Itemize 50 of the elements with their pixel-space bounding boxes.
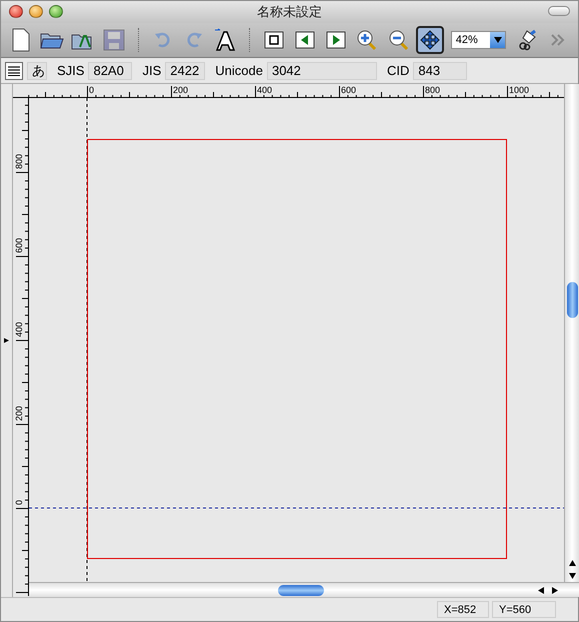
ruler-label: 600 xyxy=(14,238,24,254)
scroll-thumb[interactable] xyxy=(567,282,578,318)
scroll-thumb[interactable] xyxy=(278,584,324,596)
ruler-label: 800 xyxy=(14,154,24,170)
down-arrow-icon xyxy=(568,572,576,579)
toolbar-toggle-button[interactable] xyxy=(548,6,570,16)
small-arrow-icon xyxy=(4,338,9,344)
code-label: SJIS xyxy=(57,63,84,78)
dropdown-arrow-icon xyxy=(494,36,502,43)
horizontal-scrollbar[interactable] xyxy=(29,582,579,598)
letter-a-icon xyxy=(214,28,236,52)
list-icon xyxy=(8,66,20,76)
zoom-in-icon xyxy=(356,28,378,51)
new-document-icon xyxy=(12,28,30,52)
zoom-dropdown[interactable]: 42% xyxy=(450,30,506,49)
code-field[interactable]: 2422 xyxy=(165,62,206,80)
code-field[interactable]: 82A0 xyxy=(88,62,132,80)
glyph-field[interactable]: あ xyxy=(27,62,47,80)
x-coordinate: X=852 xyxy=(437,601,489,618)
up-arrow-icon xyxy=(568,560,576,566)
ruler-label: 600 xyxy=(341,85,356,96)
redo-icon xyxy=(185,32,204,48)
code-field[interactable]: 3042 xyxy=(266,62,377,80)
right-arrow-icon xyxy=(552,586,558,594)
vertical-scrollbar[interactable] xyxy=(564,84,579,582)
left-arrow-icon xyxy=(538,586,544,594)
ruler-label: 0 xyxy=(14,500,24,506)
minimize-button[interactable] xyxy=(29,5,43,18)
ruler-label: 200 xyxy=(173,85,188,96)
undo-icon xyxy=(154,32,172,48)
fit-button[interactable] xyxy=(416,26,444,54)
zoom-out-icon xyxy=(388,28,410,51)
ruler-label: 400 xyxy=(14,322,24,338)
ruler-label: 1000 xyxy=(509,85,530,96)
list-view-button[interactable] xyxy=(5,62,23,80)
ruler-label: 200 xyxy=(14,406,24,422)
code-label: JIS xyxy=(142,63,162,78)
ruler-label: 0 xyxy=(89,85,94,96)
code-label: CID xyxy=(386,63,410,78)
zoom-button[interactable] xyxy=(49,5,63,18)
code-field[interactable]: 843 xyxy=(413,62,468,80)
code-label: Unicode xyxy=(215,63,263,78)
double-chevron-icon xyxy=(551,34,566,46)
four-arrows-icon xyxy=(420,30,440,50)
glyph-frame-icon xyxy=(264,30,284,49)
ruler-label: 800 xyxy=(425,85,440,96)
y-coordinate: Y=560 xyxy=(492,601,556,618)
close-button[interactable] xyxy=(9,5,23,18)
window-title: 名称未設定 xyxy=(257,4,322,19)
ruler-label: 400 xyxy=(257,85,272,96)
